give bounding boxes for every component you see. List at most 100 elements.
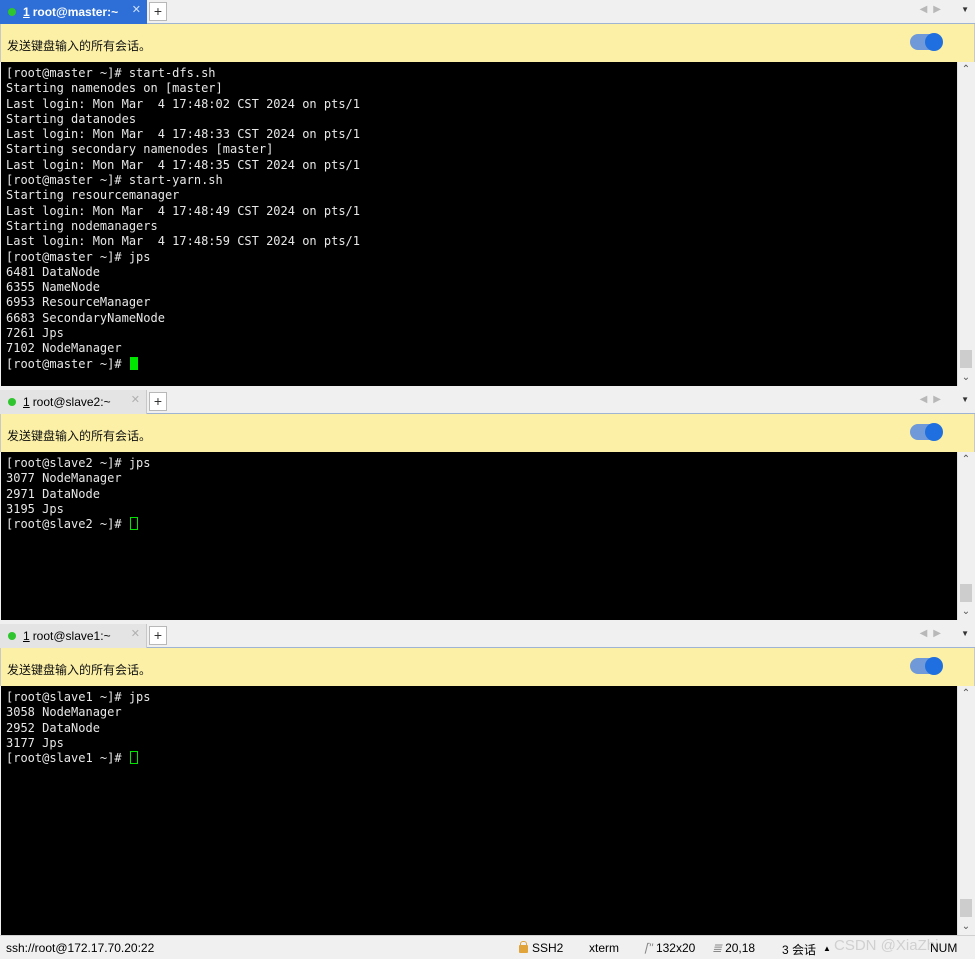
scroll-up-icon[interactable]: ⌃ [958, 452, 974, 468]
scroll-up-icon[interactable]: ⌃ [958, 62, 974, 78]
terminal-line: 2971 DataNode [6, 486, 100, 501]
terminal-line: 3058 NodeManager [6, 705, 122, 720]
send-to-all-label: 发送键盘输入的所有会话。 [7, 663, 152, 677]
chevron-down-icon[interactable]: ▼ [961, 629, 969, 638]
tab-scroll-arrows-icon[interactable]: ◀▶ [920, 394, 947, 405]
add-tab-button[interactable]: + [149, 2, 167, 21]
watermark: CSDN @XiaZhi [834, 937, 939, 954]
cursor-position-text: 20,18 [725, 941, 756, 955]
terminal-line: 3077 NodeManager [6, 471, 122, 486]
terminal-output[interactable]: [root@master ~]# start-dfs.sh Starting na… [1, 62, 957, 386]
cursor [129, 356, 138, 370]
terminal-output[interactable]: [root@slave2 ~]# jps 3077 NodeManager 2971… [1, 452, 957, 620]
tab-bar: 1 root@slave1:~ ✕ + ◀▶ ▼ [0, 624, 975, 648]
toggle-knob [925, 423, 943, 441]
terminal-line: Last login: Mon Mar 4 17:48:02 CST 2024 … [6, 96, 361, 111]
tab-number: 1 [23, 395, 30, 409]
protocol-indicator: SSH2 [519, 941, 563, 955]
terminal-line: 6953 ResourceManager [6, 295, 151, 310]
terminal-line: 2952 DataNode [6, 720, 100, 735]
tab-title: root@master:~ [32, 5, 119, 19]
terminal-line: [root@slave2 ~]# jps [6, 456, 151, 470]
terminal-line: Last login: Mon Mar 4 17:48:59 CST 2024 … [6, 234, 361, 249]
protocol-text: SSH2 [532, 941, 564, 955]
send-to-all-bar: 发送键盘输入的所有会话。 [0, 24, 975, 62]
chevron-down-icon[interactable]: ▼ [961, 5, 969, 14]
tab-slave1[interactable]: 1 root@slave1:~ ✕ [0, 624, 147, 648]
session-pane-slave1: 1 root@slave1:~ ✕ + ◀▶ ▼ 发送键盘输入的所有会话。 [r… [0, 624, 975, 935]
terminal-type: xterm [589, 941, 619, 955]
send-to-all-bar: 发送键盘输入的所有会话。 [0, 414, 975, 452]
terminal-line: Last login: Mon Mar 4 17:48:33 CST 2024 … [6, 127, 361, 142]
terminal-lines: [root@slave2 ~]# jps 3077 NodeManager 2971… [1, 456, 957, 517]
terminal-scrollbar[interactable]: ⌃ ⌄ [957, 62, 974, 386]
send-to-all-toggle[interactable] [910, 33, 943, 51]
send-to-all-label: 发送键盘输入的所有会话。 [7, 39, 152, 53]
terminal-lines: [root@slave1 ~]# jps 3058 NodeManager 2952… [1, 690, 957, 751]
terminal-output[interactable]: [root@slave1 ~]# jps 3058 NodeManager 2952… [1, 686, 957, 935]
prompt-text: [root@slave1 ~]# [6, 751, 129, 766]
close-icon[interactable]: ✕ [132, 3, 141, 16]
terminal-line: [root@slave1 ~]# jps [6, 690, 151, 704]
terminal-line: 7261 Jps [6, 326, 64, 341]
lines-icon: ≣ [712, 941, 723, 955]
chevron-up-icon[interactable]: ▲ [823, 944, 831, 953]
terminal-line: Starting secondary namenodes [master] [6, 142, 274, 157]
tab-number: 1 [23, 5, 30, 19]
terminal-line: 6355 NameNode [6, 280, 100, 295]
tab-title: root@slave1:~ [32, 629, 111, 643]
tab-bar: 1 root@master:~ ✕ + ◀▶ ▼ [0, 0, 975, 24]
tab-number: 1 [23, 629, 30, 643]
toggle-knob [925, 33, 943, 51]
session-pane-slave2: 1 root@slave2:~ ✕ + ◀▶ ▼ 发送键盘输入的所有会话。 [r… [0, 390, 975, 622]
scrollbar-thumb[interactable] [960, 584, 972, 602]
terminal-line: [root@master ~]# start-yarn.sh [6, 173, 223, 188]
scroll-up-icon[interactable]: ⌃ [958, 686, 974, 702]
terminal-prompt-line: [root@slave1 ~]# [1, 751, 957, 766]
connected-status-icon [8, 398, 16, 406]
tab-title: root@slave2:~ [32, 395, 111, 409]
scroll-down-icon[interactable]: ⌄ [958, 604, 974, 620]
add-tab-button[interactable]: + [149, 392, 167, 411]
connected-status-icon [8, 632, 16, 640]
session-pane-master: 1 root@master:~ ✕ + ◀▶ ▼ 发送键盘输入的所有会话。 [r… [0, 0, 975, 388]
close-icon[interactable]: ✕ [131, 627, 140, 640]
scrollbar-thumb[interactable] [960, 899, 972, 917]
lock-icon [519, 941, 528, 953]
prompt-text: [root@slave2 ~]# [6, 517, 129, 532]
terminal-size: ⌈" 132x20 [644, 941, 695, 955]
terminal-prompt-line: [root@slave2 ~]# [1, 517, 957, 532]
cursor [129, 751, 138, 765]
terminal-lines: [root@master ~]# start-dfs.sh Starting na… [1, 66, 957, 357]
tab-bar: 1 root@slave2:~ ✕ + ◀▶ ▼ [0, 390, 975, 414]
resize-icon: ⌈" [644, 941, 653, 955]
send-to-all-toggle[interactable] [910, 423, 943, 441]
terminal-line: [root@master ~]# start-dfs.sh [6, 66, 216, 80]
terminal-line: Last login: Mon Mar 4 17:48:35 CST 2024 … [6, 157, 361, 172]
tab-scroll-arrows-icon[interactable]: ◀▶ [920, 628, 947, 639]
send-to-all-toggle[interactable] [910, 657, 943, 675]
connection-address: ssh://root@172.17.70.20:22 [6, 941, 155, 955]
terminal-scrollbar[interactable]: ⌃ ⌄ [957, 452, 974, 620]
terminal-line: 3195 Jps [6, 501, 64, 516]
scroll-down-icon[interactable]: ⌄ [958, 919, 974, 935]
terminal-line: Last login: Mon Mar 4 17:48:49 CST 2024 … [6, 203, 361, 218]
session-count[interactable]: 3 会话 [782, 941, 816, 958]
chevron-down-icon[interactable]: ▼ [961, 395, 969, 404]
tab-scroll-arrows-icon[interactable]: ◀▶ [920, 4, 947, 15]
tab-master[interactable]: 1 root@master:~ ✕ [0, 0, 147, 24]
terminal-scrollbar[interactable]: ⌃ ⌄ [957, 686, 974, 935]
cursor [129, 517, 138, 531]
status-bar: ssh://root@172.17.70.20:22 SSH2 xterm ⌈"… [0, 935, 975, 959]
tab-slave2[interactable]: 1 root@slave2:~ ✕ [0, 390, 147, 414]
send-to-all-bar: 发送键盘输入的所有会话。 [0, 648, 975, 686]
add-tab-button[interactable]: + [149, 626, 167, 645]
terminal-line: 6481 DataNode [6, 264, 100, 279]
scrollbar-thumb[interactable] [960, 350, 972, 368]
scroll-down-icon[interactable]: ⌄ [958, 370, 974, 386]
close-icon[interactable]: ✕ [131, 393, 140, 406]
terminal-line: 3177 Jps [6, 735, 64, 750]
terminal-size-text: 132x20 [655, 941, 696, 955]
toggle-knob [925, 657, 943, 675]
num-lock-indicator: NUM [930, 941, 958, 955]
